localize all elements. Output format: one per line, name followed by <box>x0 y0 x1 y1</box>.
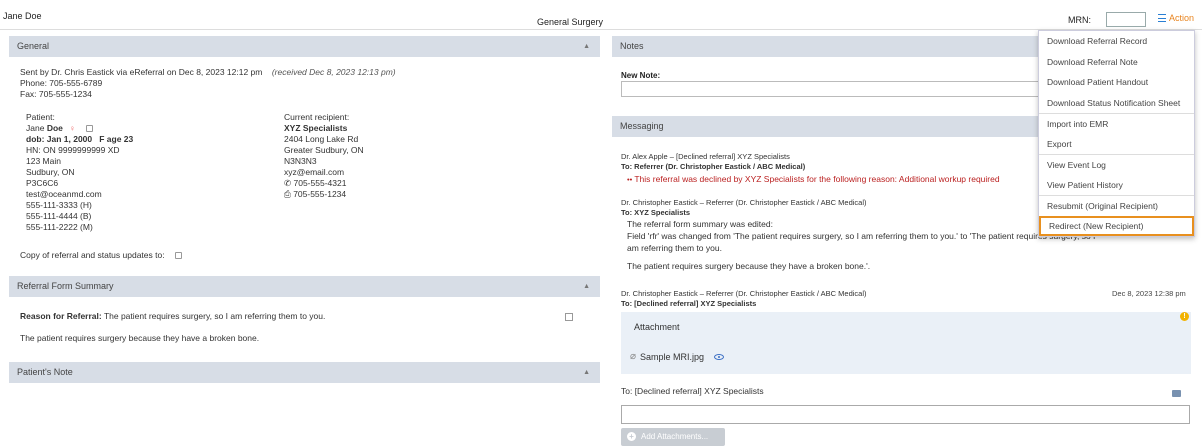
edit-icon[interactable] <box>174 252 182 260</box>
patient-phone-h: 555-111-3333 (H) <box>26 200 92 210</box>
menu-item-download-patient-handout[interactable]: Download Patient Handout <box>1039 72 1194 93</box>
collapse-icon[interactable]: ▲ <box>583 362 590 383</box>
declined-reason: This referral was declined by XYZ Specia… <box>634 174 1000 184</box>
recipient-address: 2404 Long Lake Rd <box>284 134 359 144</box>
add-attachments-button[interactable]: + Add Attachments... <box>621 428 725 446</box>
message-to: To: [Declined referral] XYZ Specialists <box>621 299 757 308</box>
patient-hn: HN: ON 9999999999 XD <box>26 145 120 155</box>
recipient-email: xyz@email.com <box>284 167 345 177</box>
patient-address: 123 Main <box>26 156 61 166</box>
collapse-icon[interactable]: ▲ <box>583 36 590 57</box>
menu-item-view-patient-history[interactable]: View Patient History <box>1039 175 1194 196</box>
patients-note-panel-header[interactable]: Patient's Note ▲ <box>9 362 600 383</box>
patients-note-title: Patient's Note <box>17 367 73 377</box>
edit-line-3: am referring them to you. <box>627 243 722 253</box>
attachment-title: Attachment <box>634 322 680 332</box>
new-note-input[interactable] <box>621 81 1041 97</box>
reason-text: The patient requires surgery, so I am re… <box>103 311 326 321</box>
reason-label: Reason for Referral: <box>20 311 102 321</box>
patient-email: test@oceanmd.com <box>26 189 102 199</box>
patient-dob: dob: Jan 1, 2000 <box>26 134 93 144</box>
eye-icon[interactable] <box>714 353 725 360</box>
mrn-input[interactable] <box>1106 12 1146 27</box>
chat-icon[interactable] <box>1172 390 1181 397</box>
action-dropdown-menu: Download Referral Record Download Referr… <box>1038 30 1195 237</box>
messaging-title: Messaging <box>620 121 664 131</box>
specialty: General Surgery <box>537 17 604 27</box>
paperclip-icon: ⌀ <box>630 351 637 362</box>
referral-form-panel-header[interactable]: Referral Form Summary ▲ <box>9 276 600 297</box>
notes-panel-header[interactable]: Notes <box>612 36 1042 57</box>
messaging-panel-header[interactable]: Messaging <box>612 116 1042 137</box>
edit-line-4: The patient requires surgery because the… <box>627 261 871 271</box>
menu-item-export[interactable]: Export <box>1039 134 1194 155</box>
edit-icon[interactable] <box>85 125 93 133</box>
referral-source: Sent by Dr. Chris Eastick via eReferral … <box>20 67 600 100</box>
menu-item-import-emr[interactable]: Import into EMR <box>1039 113 1194 134</box>
referral-form-title: Referral Form Summary <box>17 281 114 291</box>
attachment-filename: Sample MRI.jpg <box>640 351 705 362</box>
menu-item-download-status-sheet[interactable]: Download Status Notification Sheet <box>1039 93 1194 114</box>
referral-extra-text: The patient requires surgery because the… <box>20 333 260 343</box>
attachment-box <box>621 312 1191 374</box>
referrer-fax: Fax: 705-555-1234 <box>20 89 92 99</box>
patient-info: Patient: Jane Doe ♀ dob: Jan 1, 2000 F a… <box>26 112 266 233</box>
edit-icon[interactable] <box>565 313 573 321</box>
message-date: Dec 8, 2023 12:38 pm <box>1112 289 1186 298</box>
add-attachments-label: Add Attachments... <box>641 432 709 441</box>
declined-bullet-icon: •• <box>627 175 633 184</box>
patient-city: Sudbury, ON <box>26 167 75 177</box>
reason-for-referral: Reason for Referral: The patient require… <box>20 311 325 321</box>
plus-icon: + <box>627 432 636 441</box>
sent-by: Sent by Dr. Chris Eastick via eReferral … <box>20 67 263 77</box>
recipient-info: Current recipient: XYZ Specialists 2404 … <box>284 112 524 200</box>
received-time: (received Dec 8, 2023 12:13 pm) <box>271 67 396 77</box>
warning-icon: ! <box>1180 312 1189 321</box>
copy-label: Copy of referral and status updates to: <box>20 250 165 260</box>
patient-postal: P3C6C6 <box>26 178 59 188</box>
action-button[interactable]: Action <box>1158 13 1194 23</box>
attachment-file[interactable]: ⌀ Sample MRI.jpg <box>630 351 725 362</box>
message-attachment: Dr. Christopher Eastick – Referrer (Dr. … <box>621 289 1181 309</box>
mrn-label: MRN: <box>1068 15 1091 25</box>
patient-phone-b: 555-111-4444 (B) <box>26 211 92 221</box>
patient-sex-age: F age 23 <box>99 134 134 144</box>
collapse-icon[interactable]: ▲ <box>583 276 590 297</box>
menu-item-view-event-log[interactable]: View Event Log <box>1039 154 1194 175</box>
recipient-name: XYZ Specialists <box>284 123 348 133</box>
recipient-city: Greater Sudbury, ON <box>284 145 364 155</box>
menu-item-download-referral-note[interactable]: Download Referral Note <box>1039 52 1194 73</box>
message-from: Dr. Christopher Eastick – Referrer (Dr. … <box>621 289 867 298</box>
new-note-label: New Note: <box>621 71 661 80</box>
reply-to: To: [Declined referral] XYZ Specialists <box>621 386 764 396</box>
female-icon: ♀ <box>69 124 76 133</box>
reply-input[interactable] <box>621 405 1190 424</box>
notes-title: Notes <box>620 41 644 51</box>
patient-label: Patient: <box>26 112 55 122</box>
patient-first: Jane <box>26 123 45 133</box>
general-panel-header[interactable]: General ▲ <box>9 36 600 57</box>
referrer-phone: Phone: 705-555-6789 <box>20 78 103 88</box>
recipient-fax: 705-555-1234 <box>293 189 347 199</box>
recipient-postal: N3N3N3 <box>284 156 317 166</box>
patient-name: Jane Doe <box>3 11 42 21</box>
menu-item-redirect[interactable]: Redirect (New Recipient) <box>1039 215 1194 236</box>
copy-to-line: Copy of referral and status updates to: <box>20 250 182 260</box>
fax-icon: ⎙ <box>284 189 291 199</box>
menu-icon <box>1158 14 1166 22</box>
patient-last: Doe <box>46 123 63 133</box>
phone-icon: ✆ <box>284 178 292 188</box>
recipient-phone: 705-555-4321 <box>293 178 347 188</box>
recipient-label: Current recipient: <box>284 112 350 122</box>
patient-phone-m: 555-111-2222 (M) <box>26 222 93 232</box>
top-bar: Jane Doe General Surgery MRN: Action <box>0 0 1202 30</box>
menu-item-download-referral-record[interactable]: Download Referral Record <box>1039 31 1194 52</box>
menu-item-resubmit[interactable]: Resubmit (Original Recipient) <box>1039 195 1194 216</box>
action-label: Action <box>1169 13 1195 23</box>
general-title: General <box>17 41 50 51</box>
